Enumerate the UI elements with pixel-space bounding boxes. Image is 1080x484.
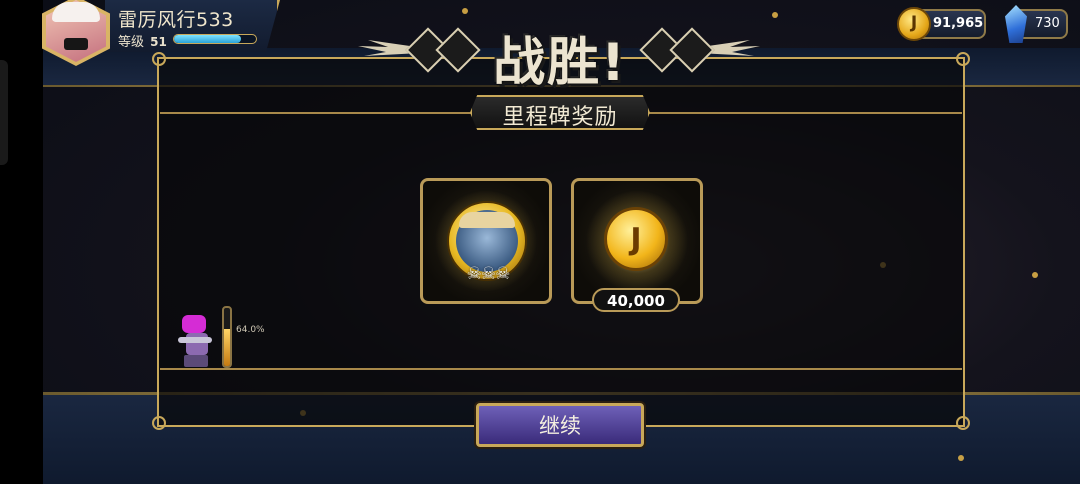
level-value: 51 bbox=[150, 35, 167, 49]
avatar-hair bbox=[52, 2, 100, 22]
coin-symbol: J bbox=[910, 13, 918, 33]
medal-hat bbox=[459, 212, 515, 228]
coin-amount: 91,965 bbox=[933, 16, 984, 31]
progress-tube bbox=[222, 306, 232, 368]
skull-rank-icon: ☠☠☠ bbox=[466, 264, 511, 284]
sparkle-particle bbox=[1032, 272, 1038, 278]
xp-bar bbox=[173, 34, 257, 44]
reward-amount: 40,000 bbox=[607, 292, 665, 310]
panel-floor-divider bbox=[160, 368, 962, 370]
progress-percent: 64.0% bbox=[236, 325, 265, 335]
victory-title: 战胜! bbox=[493, 33, 627, 93]
level-label: 等级 bbox=[118, 35, 145, 50]
robot-arms bbox=[178, 337, 212, 343]
xp-bar-fill bbox=[174, 35, 242, 43]
level-indicator: 等级 51 bbox=[118, 31, 167, 50]
continue-button[interactable]: 继续 bbox=[476, 403, 644, 447]
panel-corner-ornament bbox=[956, 52, 970, 66]
sparkle-particle bbox=[772, 12, 778, 18]
panel-corner-ornament bbox=[956, 416, 970, 430]
robot-head bbox=[182, 315, 206, 333]
gem-amount: 730 bbox=[1035, 16, 1060, 31]
progress-fill bbox=[224, 328, 230, 366]
sparkle-particle bbox=[958, 455, 964, 461]
panel-corner-ornament bbox=[152, 416, 166, 430]
coin-reward-icon: J bbox=[604, 207, 668, 271]
coin-reward-symbol: J bbox=[630, 222, 642, 257]
screen-notch bbox=[0, 60, 8, 165]
robot-character bbox=[178, 315, 214, 367]
milestone-reward-label: 里程碑奖励 bbox=[502, 105, 618, 130]
coin-icon[interactable]: J bbox=[897, 7, 931, 41]
avatar-mask bbox=[64, 38, 88, 50]
robot-legs bbox=[184, 355, 208, 367]
sparkle-particle bbox=[462, 8, 468, 14]
panel-corner-ornament bbox=[152, 52, 166, 66]
player-name: 雷厉风行533 bbox=[118, 9, 234, 31]
